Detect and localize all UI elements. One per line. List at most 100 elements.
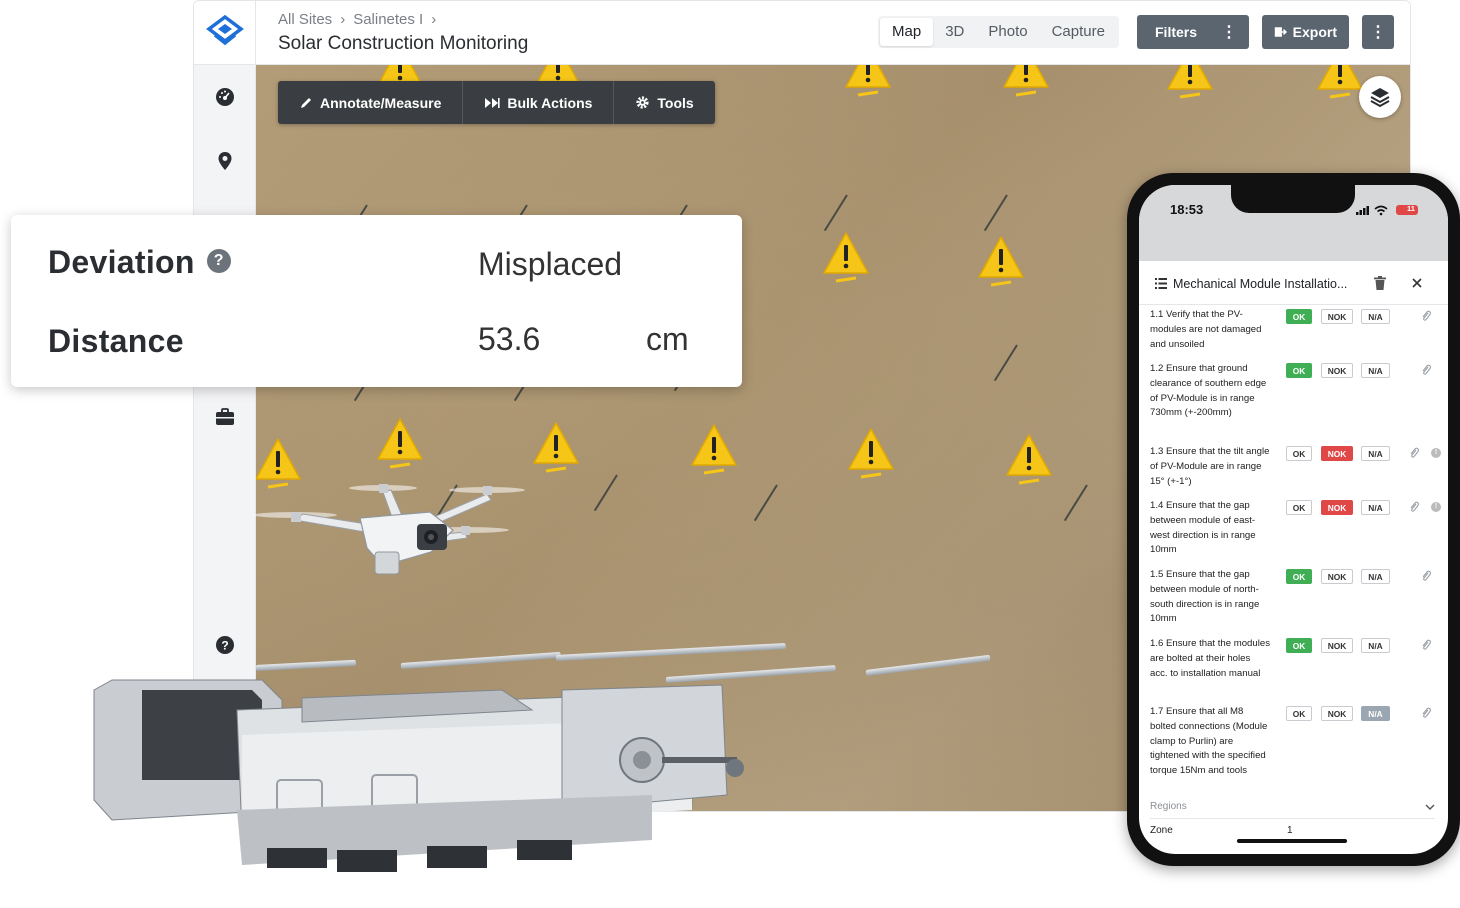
tools-button[interactable]: Tools: [614, 81, 714, 124]
ground-stake: [1063, 484, 1088, 522]
help-icon[interactable]: ?: [214, 634, 236, 656]
battery-level: 11: [1407, 204, 1415, 213]
layers-button[interactable]: [1359, 76, 1401, 118]
zone-label: Zone: [1150, 825, 1173, 836]
bulk-actions-button[interactable]: Bulk Actions: [463, 81, 615, 124]
regions-dropdown[interactable]: Regions: [1150, 801, 1435, 819]
help-icon[interactable]: ?: [206, 248, 231, 273]
na-button[interactable]: N/A: [1361, 363, 1390, 378]
warning-icon[interactable]: [1166, 65, 1214, 99]
checklist-item-text: 1.4 Ensure that the gap between module o…: [1150, 500, 1256, 556]
ok-button[interactable]: OK: [1286, 309, 1312, 324]
nok-button[interactable]: NOK: [1321, 500, 1353, 515]
zone-value: 1: [1287, 825, 1293, 836]
logo-icon: [205, 14, 244, 46]
ok-button[interactable]: OK: [1286, 638, 1312, 653]
tab-3d[interactable]: 3D: [933, 18, 976, 46]
info-icon[interactable]: !: [1431, 448, 1441, 458]
warning-icon[interactable]: [1316, 65, 1364, 99]
checklist-item: 1.2 Ensure that ground clearance of sout…: [1150, 362, 1440, 421]
checklist-item-text: 1.5 Ensure that the gap between module o…: [1150, 569, 1260, 625]
na-button[interactable]: N/A: [1361, 569, 1390, 584]
ok-button[interactable]: OK: [1286, 363, 1312, 378]
nok-button[interactable]: NOK: [1321, 446, 1353, 461]
list-icon: [1155, 278, 1167, 289]
distance-unit: cm: [646, 321, 689, 357]
ok-button[interactable]: OK: [1286, 500, 1312, 515]
nok-button[interactable]: NOK: [1321, 363, 1353, 378]
warning-icon[interactable]: [847, 427, 895, 479]
paperclip-icon[interactable]: [1420, 364, 1432, 376]
tab-map[interactable]: Map: [880, 18, 934, 46]
checklist-title: Mechanical Module Installatio...: [1173, 277, 1348, 291]
more-vertical-icon: ⋮: [1370, 24, 1386, 41]
warning-icon[interactable]: [844, 65, 892, 97]
breadcrumb-site[interactable]: Salinetes I: [353, 11, 423, 28]
warning-icon[interactable]: [822, 231, 870, 283]
pencil-icon: [301, 97, 311, 108]
phone-screen: 18:53 11 Mechanical Module Installatio..…: [1139, 185, 1448, 854]
breadcrumb-all-sites[interactable]: All Sites: [278, 11, 332, 28]
warning-icon[interactable]: [690, 423, 738, 475]
na-button[interactable]: N/A: [1361, 309, 1390, 324]
checklist-item: 1.1 Verify that the PV-modules are not d…: [1150, 308, 1440, 352]
paperclip-icon[interactable]: [1420, 570, 1432, 582]
na-button[interactable]: N/A: [1361, 500, 1390, 515]
app-logo[interactable]: [194, 1, 256, 65]
export-label: Export: [1292, 24, 1337, 40]
info-icon[interactable]: !: [1431, 502, 1441, 512]
nok-button[interactable]: NOK: [1321, 569, 1353, 584]
paperclip-icon[interactable]: [1420, 310, 1432, 322]
fast-forward-icon: [485, 97, 500, 108]
na-button[interactable]: N/A: [1361, 706, 1390, 721]
briefcase-icon[interactable]: [214, 406, 236, 428]
na-button[interactable]: N/A: [1361, 638, 1390, 653]
warning-icon[interactable]: [977, 235, 1025, 287]
checklist-item-text: 1.1 Verify that the PV-modules are not d…: [1150, 309, 1262, 350]
mounting-rail: [555, 642, 786, 661]
paperclip-icon[interactable]: [1408, 501, 1420, 513]
nok-button[interactable]: NOK: [1321, 638, 1353, 653]
ground-stake: [753, 484, 778, 522]
regions-label: Regions: [1150, 801, 1187, 812]
location-pin-icon[interactable]: [214, 150, 236, 172]
drone-image: [255, 484, 525, 575]
checklist-item: 1.6 Ensure that the modules are bolted a…: [1150, 637, 1440, 681]
ok-button[interactable]: OK: [1286, 706, 1312, 721]
ground-stake: [993, 344, 1018, 382]
na-button[interactable]: N/A: [1361, 446, 1390, 461]
tab-photo[interactable]: Photo: [976, 18, 1039, 46]
trash-icon[interactable]: [1374, 276, 1386, 290]
nok-button[interactable]: NOK: [1321, 706, 1353, 721]
nok-button[interactable]: NOK: [1321, 309, 1353, 324]
ground-stake: [823, 194, 848, 232]
paperclip-icon[interactable]: [1408, 447, 1420, 459]
checklist-header: Mechanical Module Installatio...: [1139, 261, 1448, 305]
chevron-down-icon: [1425, 804, 1435, 810]
paperclip-icon[interactable]: [1420, 707, 1432, 719]
annotate-measure-button[interactable]: Annotate/Measure: [278, 81, 464, 124]
warning-icon[interactable]: [532, 421, 580, 473]
checklist-item-text: 1.2 Ensure that ground clearance of sout…: [1150, 363, 1267, 419]
ok-button[interactable]: OK: [1286, 446, 1312, 461]
warning-icon[interactable]: [1002, 65, 1050, 97]
dashboard-icon[interactable]: [214, 86, 236, 108]
checklist-item-text: 1.7 Ensure that all M8 bolted connection…: [1150, 706, 1268, 777]
piling-machine-image: [93, 679, 744, 872]
filters-button[interactable]: Filters ⋮: [1137, 15, 1249, 49]
warning-icon[interactable]: [1005, 433, 1053, 485]
ok-button[interactable]: OK: [1286, 569, 1312, 584]
tab-capture[interactable]: Capture: [1040, 18, 1117, 46]
deviation-label-row: Deviation?: [48, 244, 231, 281]
paperclip-icon[interactable]: [1420, 639, 1432, 651]
more-menu-button[interactable]: ⋮: [1362, 15, 1394, 49]
checklist-item: 1.3 Ensure that the tilt angle of PV-Mod…: [1150, 445, 1441, 489]
checklist-item-text: 1.3 Ensure that the tilt angle of PV-Mod…: [1150, 446, 1270, 487]
close-icon[interactable]: [1412, 278, 1422, 288]
export-button[interactable]: Export: [1262, 15, 1349, 49]
gear-icon: [636, 96, 649, 109]
warning-icon[interactable]: [376, 417, 424, 469]
layers-icon: [1370, 88, 1390, 108]
phone-mockup: 18:53 11 Mechanical Module Installatio..…: [1127, 173, 1460, 866]
more-vertical-icon[interactable]: ⋮: [1221, 22, 1237, 42]
